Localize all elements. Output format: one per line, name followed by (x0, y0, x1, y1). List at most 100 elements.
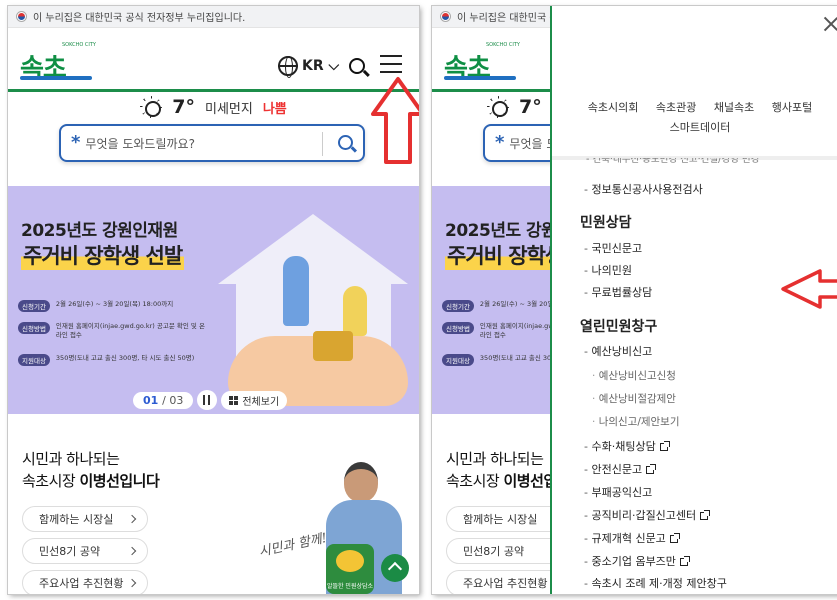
mayor-section: 시민과 하나되는 속초시장 이병선입니다 함께하는 시장실 민선8기 공약 주요… (8, 414, 419, 594)
mayor-name: 이병선입니다 (79, 472, 160, 490)
slide-counter: 01 / 03 (133, 391, 194, 409)
menu-item-national-petition[interactable]: 국민신문고 (584, 240, 642, 256)
mayor-heading-prefix: 속초시장 (446, 472, 504, 490)
mayor-office-button[interactable]: 함께하는 시장실 (22, 506, 148, 532)
menu-item-ordinance-proposal[interactable]: 속초시 조례 제·개정 제안창구 (584, 575, 727, 591)
scroll-top-button[interactable] (381, 554, 409, 582)
site-header: 속초 SOKCHO CITY KR ⌵ (8, 28, 419, 92)
info-value: 인재원 홈페이지(injae.gwd.go.kr) 공고문 확인 및 온라인 접… (55, 322, 205, 339)
menu-item-regulation-reform[interactable]: 규제개혁 신문고 (584, 530, 680, 546)
pledges-button[interactable]: 민선8기 공약 (22, 538, 148, 564)
search-divider (322, 132, 323, 156)
logo-subtext: SOKCHO CITY (62, 42, 96, 48)
sokcho-logo[interactable]: 속초 SOKCHO CITY (20, 42, 100, 84)
gov-banner-text: 이 누리집은 대한민국 공식 전자정부 누리집입니다. (33, 13, 246, 24)
mayor-heading-line1: 시민과 하나되는 (22, 450, 120, 468)
top-link-council[interactable]: 속초시의회 (588, 98, 639, 118)
menu-item-label: 안전신문고 (591, 463, 643, 476)
logo-subtext: SOKCHO CITY (486, 42, 520, 48)
view-all-label: 전체보기 (242, 396, 280, 408)
weather-widget: 7° 미세먼지 나쁨 (8, 92, 419, 122)
menu-item-free-legal[interactable]: 무료법률상담 (584, 284, 652, 300)
menu-item-misconduct-center[interactable]: 공직비리·갑질신고센터 (584, 507, 711, 523)
search-icon[interactable] (349, 58, 365, 74)
banner-title: 2025년도 강원인재원 (21, 221, 178, 241)
mobile-home-screen: 이 누리집은 대한민국 공식 전자정부 누리집입니다. 속초 SOKCHO CI… (8, 6, 419, 594)
globe-icon[interactable] (278, 56, 298, 78)
menu-item-label: 속초시 조례 제·개정 제안창구 (591, 577, 727, 590)
top-link-smart-data[interactable]: 스마트데이터 (670, 118, 731, 138)
banner-pager: 01 / 03 전체보기 (133, 389, 288, 411)
menu-item-budget-waste[interactable]: 예산낭비신고 (584, 343, 652, 359)
menu-item-my-civil[interactable]: 나의민원 (584, 262, 631, 278)
menu-section-civil-consult[interactable]: 민원상담 (580, 212, 632, 232)
top-links: 속초시의회 속초관광 채널속초 행사포털 스마트데이터 (570, 98, 830, 138)
grid-icon (229, 395, 239, 405)
red-arrow-up-annotation (371, 77, 419, 164)
menu-item-partial: - 건축·대수선·용도변경 신고·건설/경영 변경 (586, 158, 760, 165)
asterisk-icon: * (495, 132, 505, 153)
menu-item-label: 수화·채팅상담 (591, 440, 656, 453)
external-link-icon (646, 464, 657, 474)
coins-illustration (313, 331, 353, 361)
external-link-icon (659, 441, 670, 451)
menu-item-sign-chat[interactable]: 수화·채팅상담 (584, 438, 670, 454)
banner-info-row: 신청기간 2월 26일(수) ~ 3월 20일(목) 18:00까지 (18, 300, 173, 312)
banner-info-row: 신청방법 인재원 홈페이지(injae.gwd.go.kr) 공고문 확인 및 … (18, 322, 206, 340)
sokcho-logo[interactable]: 속초 SOKCHO CITY (444, 42, 524, 84)
menu-item-corruption-report[interactable]: 부패공익신고 (584, 484, 652, 500)
menu-section-open-civil[interactable]: 열린민원창구 (580, 316, 657, 336)
fine-dust-value: 나쁨 (262, 101, 287, 117)
temperature: 7° (519, 96, 542, 118)
language-selector[interactable]: KR ⌵ (302, 58, 339, 74)
menu-sub-budget-suggest[interactable]: 예산낭비절감제안 (592, 391, 676, 406)
slide-current: 01 (143, 393, 159, 407)
red-arrow-left-annotation (781, 269, 837, 309)
mayor-signature: 시민과 함께! (257, 530, 329, 560)
temperature: 7° (172, 96, 195, 118)
hamburger-menu-icon[interactable] (380, 55, 402, 73)
search-placeholder: 무엇을 도와드릴까요? (85, 136, 195, 151)
major-projects-button[interactable]: 주요사업 추진현황 (22, 570, 148, 594)
menu-sub-budget-report[interactable]: 예산낭비신고신청 (592, 368, 676, 383)
menu-item-label: 규제개혁 신문고 (591, 532, 666, 545)
slide-total: / 03 (162, 393, 184, 407)
menu-item-label: 부패공익신고 (591, 486, 653, 499)
search-submit-icon[interactable] (338, 135, 353, 150)
promo-banner[interactable]: 2025년도 강원인재원 주거비 장학생 선발 신청기간 2월 26일(수) ~… (8, 186, 419, 414)
menu-item-label: 공직비리·갑질신고센터 (591, 509, 697, 522)
top-link-events[interactable]: 행사포털 (772, 98, 812, 118)
info-tag: 지원대상 (18, 354, 50, 366)
consultation-badge[interactable]: 알뜰한 민원상담소 (326, 544, 374, 594)
banner-info-row: 지원대상 350명(도내 고교 출신 300명, 타 시도 출신 50명) (18, 354, 194, 366)
info-tag: 신청방법 (18, 322, 50, 334)
person-illustration (343, 286, 367, 336)
korea-flag-icon (440, 11, 451, 22)
menu-item-telecom-inspection[interactable]: 정보통신공사사용전검사 (584, 181, 702, 197)
info-tag: 신청기간 (442, 300, 474, 312)
info-tag: 지원대상 (442, 354, 474, 366)
mayor-head (344, 462, 378, 502)
external-link-icon (669, 533, 680, 543)
menu-item-safety-report[interactable]: 안전신문고 (584, 461, 657, 477)
gov-banner: 이 누리집은 대한민국 공식 전자정부 누리집입니다. (8, 6, 419, 28)
top-link-channel[interactable]: 채널속초 (714, 98, 754, 118)
info-tag: 신청방법 (442, 322, 474, 334)
mayor-heading-line2: 속초시장 이병선입니다 (22, 470, 160, 491)
logo-wave (20, 76, 92, 80)
info-value: 2월 26일(수) ~ 3월 20일(목) 18:00까지 (55, 300, 174, 308)
view-all-button[interactable]: 전체보기 (221, 390, 288, 410)
menu-item-label: 중소기업 옴부즈만 (591, 555, 676, 568)
menu-item-sme-ombudsman[interactable]: 중소기업 옴부즈만 (584, 553, 690, 569)
korea-flag-icon (16, 11, 27, 22)
sun-icon (487, 96, 509, 118)
close-icon[interactable] (823, 16, 837, 32)
info-tag: 신청기간 (18, 300, 50, 312)
house-illustration (218, 214, 408, 284)
menu-sub-my-reports[interactable]: 나의신고/제안보기 (592, 414, 680, 429)
search-input[interactable]: * 무엇을 도와드릴까요? (59, 124, 365, 162)
pause-button[interactable] (197, 390, 218, 410)
mayor-heading-line1: 시민과 하나되는 (446, 450, 544, 468)
top-link-tourism[interactable]: 속초관광 (656, 98, 696, 118)
external-link-icon (700, 510, 711, 520)
